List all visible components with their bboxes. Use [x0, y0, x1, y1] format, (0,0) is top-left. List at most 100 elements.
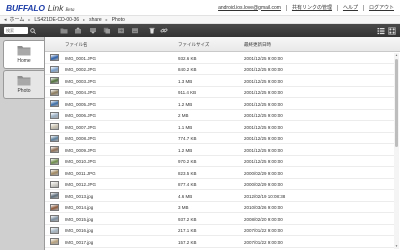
sidebar: Home Photo — [0, 37, 44, 250]
table-row[interactable]: IMG_0001.JPG 932.6 KB 2001/12/25 9:00:00 — [45, 52, 394, 64]
file-size: 1.3 MB — [178, 78, 193, 84]
file-name: IMG_0009.JPG — [65, 147, 97, 153]
file-size: 1.2 MB — [178, 101, 193, 107]
table-row[interactable]: IMG_0005.JPG 1.2 MB 2001/12/25 9:00:00 — [45, 98, 394, 110]
table-row[interactable]: IMG_0003.JPG 1.3 MB 2001/12/25 9:00:00 — [45, 75, 394, 87]
column-header-size[interactable]: ファイルサイズ — [178, 42, 209, 48]
file-size: 217.1 KB — [178, 228, 197, 233]
file-name: IMG_0006.JPG — [65, 113, 97, 118]
search-input[interactable] — [4, 27, 28, 34]
table-row[interactable]: IMG_0013.jpg 4.6 MB 2012/02/19 10:08:38 — [45, 190, 394, 202]
table-row[interactable]: IMG_0008.JPG 774.7 KB 2001/12/25 9:00:00 — [45, 133, 394, 144]
thumbnail — [50, 146, 59, 153]
thumbnail — [50, 123, 59, 130]
table-row[interactable]: IMG_0009.JPG 1.2 MB 2001/12/25 9:00:00 — [45, 144, 394, 156]
folder-icon — [17, 46, 31, 56]
list-view-icon[interactable] — [377, 27, 385, 35]
download-icon[interactable] — [89, 27, 97, 34]
logout-link[interactable]: ログアウト — [369, 4, 394, 11]
thumbnail — [50, 65, 59, 73]
file-name: IMG_0001.JPG — [65, 55, 97, 61]
share-link-icon[interactable] — [160, 27, 168, 34]
file-name: IMG_0010.JPG — [65, 159, 97, 164]
table-row[interactable]: IMG_0016.jpg 217.1 KB 2007/01/22 9:00:00 — [45, 225, 394, 236]
search-icon[interactable] — [30, 27, 36, 34]
scroll-up-icon[interactable]: ▲ — [394, 53, 399, 58]
move-icon[interactable] — [117, 27, 125, 34]
breadcrumb-separator-icon: ▸ — [28, 17, 31, 22]
copy-icon[interactable] — [103, 27, 111, 34]
modified-date: 2001/12/25 9:00:00 — [244, 101, 283, 107]
breadcrumb-item-device[interactable]: LS421DE-CD-00-36 — [34, 17, 79, 23]
file-name: IMG_0007.JPG — [65, 124, 97, 130]
table-row[interactable]: IMG_0010.JPG 970.2 KB 2001/12/25 9:00:00 — [45, 156, 394, 167]
column-header-name[interactable]: ファイル名 — [65, 42, 88, 48]
modified-date: 2001/12/25 9:00:00 — [244, 67, 283, 72]
breadcrumb-item-share[interactable]: share — [89, 17, 102, 23]
file-size: 2 MB — [178, 113, 189, 118]
folder-icon — [17, 76, 31, 86]
thumbnail — [50, 88, 59, 96]
breadcrumb: ◂ ホーム ▸ LS421DE-CD-00-36 ▸ share ▸ Photo — [0, 15, 400, 24]
scrollbar[interactable]: ▲ ▼ — [394, 53, 399, 249]
thumbnail — [50, 54, 59, 61]
table-row[interactable]: IMG_0004.JPG 911.4 KB 2001/12/25 9:00:00 — [45, 87, 394, 98]
file-size: 4.6 MB — [178, 193, 193, 199]
file-name: IMG_0004.JPG — [65, 90, 97, 95]
account-link[interactable]: android.ios.love@gmail.com — [218, 5, 281, 11]
new-folder-icon[interactable] — [60, 27, 68, 34]
thumbnail — [50, 169, 59, 176]
thumbnail — [50, 203, 59, 211]
modified-date: 2000/02/29 9:00:00 — [244, 170, 283, 176]
breadcrumb-separator-icon: ▸ — [105, 17, 108, 22]
table-row[interactable]: IMG_0015.jpg 937.2 KB 2008/02/20 9:00:00 — [45, 213, 394, 225]
table-row[interactable]: IMG_0007.JPG 1.1 MB 2001/12/25 9:00:00 — [45, 121, 394, 133]
file-size: 911.4 KB — [178, 90, 197, 95]
file-name: IMG_0014.jpg — [65, 205, 94, 210]
table-row[interactable]: IMG_0012.JPG 877.4 KB 2000/02/29 9:00:00 — [45, 179, 394, 190]
modified-date: 2001/12/25 9:00:00 — [244, 78, 283, 84]
app-logo[interactable]: BUFFALO Link Beta — [6, 3, 75, 13]
scroll-down-icon[interactable]: ▼ — [394, 244, 399, 249]
thumbnail — [50, 180, 59, 188]
thumbnail — [50, 100, 59, 107]
sidebar-item-label: Photo — [17, 88, 31, 94]
modified-date: 2010/03/26 9:00:00 — [244, 205, 283, 210]
back-arrow-icon[interactable]: ◂ — [4, 17, 7, 23]
column-header-date[interactable]: 最終更新日時 — [244, 42, 271, 48]
breadcrumb-separator-icon: ▸ — [83, 17, 86, 22]
grid-view-icon[interactable] — [388, 26, 396, 35]
thumbnail — [50, 215, 59, 222]
divider — [285, 4, 287, 11]
file-name: IMG_0011.JPG — [65, 170, 96, 176]
table-row[interactable]: IMG_0014.jpg 3 MB 2010/03/26 9:00:00 — [45, 202, 394, 213]
help-link[interactable]: ヘルプ — [343, 4, 358, 11]
modified-date: 2001/12/25 9:00:00 — [244, 55, 283, 61]
logo-brand: BUFFALO — [6, 3, 45, 13]
table-row[interactable]: IMG_0011.JPG 823.5 KB 2000/02/29 9:00:00 — [45, 167, 394, 179]
modified-date: 2001/12/25 9:00:00 — [244, 159, 283, 164]
breadcrumb-item-home[interactable]: ホーム — [10, 16, 25, 23]
modified-date: 2007/01/22 9:00:00 — [244, 228, 283, 233]
scrollbar-thumb[interactable] — [395, 59, 398, 147]
file-size: 1.2 MB — [178, 147, 193, 153]
sidebar-item-photo[interactable]: Photo — [3, 70, 44, 99]
header-links: android.ios.love@gmail.com 共有リンクの管理 ヘルプ … — [218, 4, 394, 11]
modified-date: 2001/12/25 9:00:00 — [244, 113, 283, 118]
file-size: 774.7 KB — [178, 136, 197, 141]
delete-icon[interactable] — [148, 27, 156, 34]
rename-icon[interactable] — [131, 27, 139, 34]
file-size: 932.6 KB — [178, 55, 197, 61]
table-row[interactable]: IMG_0006.JPG 2 MB 2001/12/25 9:00:00 — [45, 110, 394, 121]
divider — [362, 4, 364, 11]
table-row[interactable]: IMG_0017.jpg 157.2 KB 2007/01/22 9:00:00 — [45, 236, 394, 248]
modified-date: 2001/12/25 9:00:00 — [244, 147, 283, 153]
sidebar-item-label: Home — [17, 58, 31, 64]
file-name: IMG_0013.jpg — [65, 193, 94, 199]
modified-date: 2012/02/19 10:08:38 — [244, 193, 286, 199]
sidebar-item-home[interactable]: Home — [3, 40, 44, 69]
table-row[interactable]: IMG_0002.JPG 840.2 KB 2001/12/25 9:00:00 — [45, 64, 394, 75]
file-size: 970.2 KB — [178, 159, 197, 164]
upload-icon[interactable] — [74, 27, 82, 34]
manage-shared-links-link[interactable]: 共有リンクの管理 — [292, 4, 332, 11]
